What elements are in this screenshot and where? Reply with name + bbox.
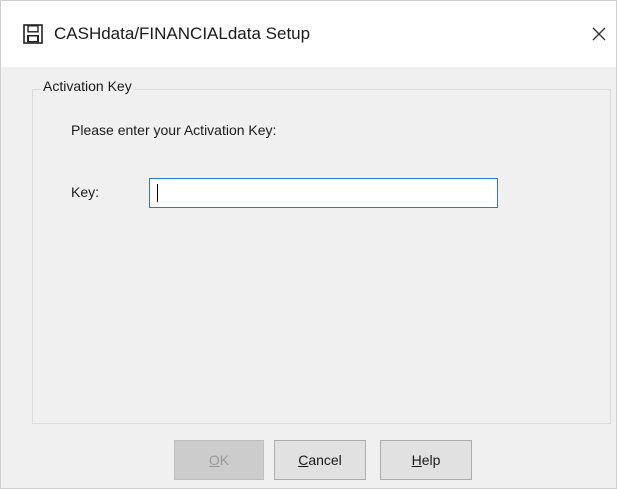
setup-dialog: CASHdata/FINANCIALdata Setup Activation …: [0, 0, 617, 489]
key-label: Key:: [71, 184, 100, 200]
activation-prompt: Please enter your Activation Key:: [71, 122, 277, 138]
cancel-mnemonic: C: [298, 452, 309, 468]
help-mnemonic: H: [411, 452, 422, 468]
help-label-rest: elp: [421, 452, 441, 468]
ok-button[interactable]: OK: [174, 440, 264, 480]
help-button[interactable]: Help: [380, 440, 472, 480]
ok-label-rest: K: [219, 452, 230, 468]
window-title: CASHdata/FINANCIALdata Setup: [54, 24, 311, 43]
activation-key-group: [32, 89, 611, 424]
floppy-disk-icon: [23, 24, 43, 44]
close-button[interactable]: [581, 15, 616, 53]
ok-mnemonic: O: [208, 452, 220, 468]
activation-key-input[interactable]: [149, 178, 498, 208]
title-bar[interactable]: CASHdata/FINANCIALdata Setup: [1, 1, 616, 67]
text-caret: [157, 184, 158, 202]
cancel-button[interactable]: Cancel: [274, 440, 366, 480]
group-legend: Activation Key: [41, 78, 134, 94]
close-icon: [592, 27, 605, 41]
cancel-label-rest: ancel: [308, 452, 342, 468]
